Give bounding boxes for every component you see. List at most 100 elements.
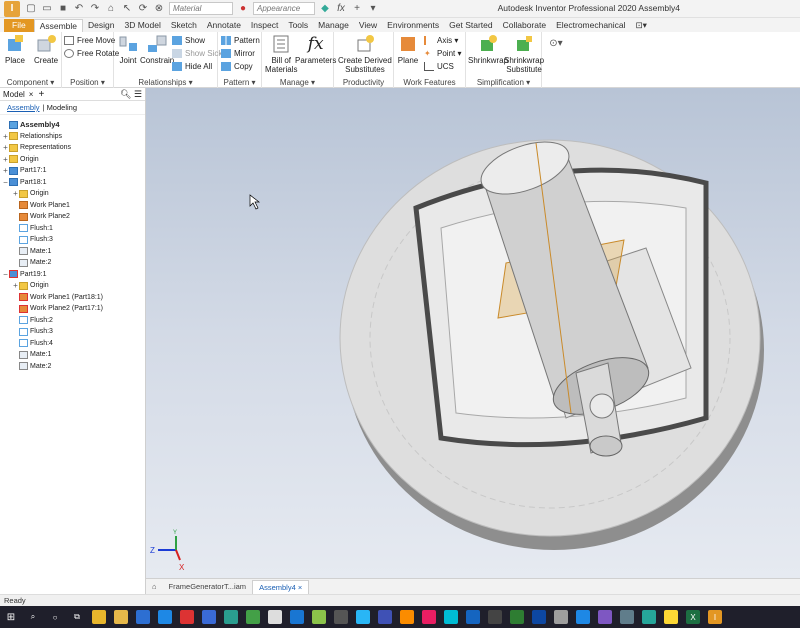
file-explorer-icon[interactable]	[114, 610, 128, 624]
tab-assembly[interactable]: Assembly	[7, 103, 40, 112]
tab-view[interactable]: View	[354, 19, 382, 32]
app-green-icon[interactable]	[246, 610, 260, 624]
save-icon[interactable]: ■	[56, 2, 70, 16]
show-sick-button[interactable]: Show Sick	[172, 48, 222, 59]
joint-button[interactable]: Joint	[117, 34, 139, 65]
customize-icon[interactable]: ▾	[366, 2, 380, 16]
panel-component-label[interactable]: Component ▾	[0, 78, 61, 87]
tab-get-started[interactable]: Get Started	[444, 19, 497, 32]
tab-assemble[interactable]: Assemble	[33, 19, 84, 32]
tree-node[interactable]: − Part19:1	[0, 269, 145, 281]
free-move-button[interactable]: Free Move	[64, 35, 115, 46]
undo-icon[interactable]: ↶	[72, 2, 86, 16]
tab-manage[interactable]: Manage	[313, 19, 354, 32]
app-blue-icon[interactable]	[202, 610, 216, 624]
cortana-icon[interactable]: ○	[48, 610, 62, 624]
tree-expand-icon[interactable]: +	[12, 189, 19, 198]
store-icon[interactable]	[136, 610, 150, 624]
panel-position-label[interactable]: Position ▾	[62, 78, 113, 87]
open-icon[interactable]: ▭	[40, 2, 54, 16]
app-red-icon[interactable]	[180, 610, 194, 624]
app-search-icon[interactable]	[576, 610, 590, 624]
panel-relationships-label[interactable]: Relationships ▾	[114, 78, 217, 87]
copy-button[interactable]: Copy	[221, 61, 253, 72]
tree-node[interactable]: + Part17:1	[0, 165, 145, 177]
tree-node[interactable]: + Representations	[0, 142, 145, 154]
tab-electromechanical[interactable]: Electromechanical	[551, 19, 630, 32]
mail-icon[interactable]	[158, 610, 172, 624]
tree-node[interactable]: + Relationships	[0, 131, 145, 143]
app-purple-icon[interactable]	[598, 610, 612, 624]
tree-node[interactable]: + Origin	[0, 154, 145, 166]
tree-expand-icon[interactable]: +	[2, 155, 9, 164]
tree-expand-icon[interactable]: +	[2, 132, 9, 141]
adjust-icon[interactable]: ◆	[318, 2, 332, 16]
app-white-icon[interactable]	[268, 610, 282, 624]
ucs-button[interactable]: UCS	[424, 61, 454, 72]
constrain-button[interactable]: Constrain	[140, 34, 174, 65]
show-button[interactable]: Show	[172, 35, 205, 46]
app-green2-icon[interactable]	[510, 610, 524, 624]
tree-node[interactable]: Mate:1	[0, 349, 145, 361]
tab-file[interactable]: File	[4, 19, 34, 32]
tree-node[interactable]: Flush:3	[0, 234, 145, 246]
browser-search-menu-icon[interactable]: 🔍︎ ☰	[120, 89, 142, 100]
tree-node[interactable]: Mate:2	[0, 257, 145, 269]
vscode-icon[interactable]	[290, 610, 304, 624]
task-view-icon[interactable]: ⧉	[70, 610, 84, 624]
plane-button[interactable]: Plane	[397, 34, 419, 65]
tree-node[interactable]: Flush:3	[0, 326, 145, 338]
tab-environments[interactable]: Environments	[382, 19, 444, 32]
tab-options-icon[interactable]: ⊡▾	[631, 19, 652, 32]
axis-button[interactable]: Axis ▾	[424, 35, 458, 46]
inventor-taskbar-icon[interactable]: I	[708, 610, 722, 624]
bill-of-materials-button[interactable]: Bill of Materials	[265, 34, 297, 74]
select-icon[interactable]: ↖	[120, 2, 134, 16]
tree-node[interactable]: Flush:2	[0, 315, 145, 327]
tab-sketch[interactable]: Sketch	[166, 19, 202, 32]
tree-node[interactable]: Work Plane1 (Part18:1)	[0, 292, 145, 304]
tree-expand-icon[interactable]: −	[2, 178, 9, 187]
new-icon[interactable]: ▢	[24, 2, 38, 16]
excel-icon[interactable]: X	[686, 610, 700, 624]
tree-node[interactable]: Work Plane2 (Part17:1)	[0, 303, 145, 315]
app-lime-icon[interactable]	[312, 610, 326, 624]
windows-start-icon[interactable]: ⊞	[4, 610, 18, 624]
app-gallery-icon[interactable]	[642, 610, 656, 624]
tree-node[interactable]: Work Plane2	[0, 211, 145, 223]
app-pink-icon[interactable]	[422, 610, 436, 624]
panel-simplification-label[interactable]: Simplification ▾	[466, 78, 541, 87]
appearance-dropdown[interactable]: Appearance	[253, 2, 315, 15]
app-play-icon[interactable]	[356, 610, 370, 624]
tab-tools[interactable]: Tools	[283, 19, 313, 32]
free-rotate-button[interactable]: Free Rotate	[64, 48, 119, 59]
place-button[interactable]: Place	[4, 34, 26, 65]
tab-inspect[interactable]: Inspect	[246, 19, 283, 32]
tree-expand-icon[interactable]: +	[12, 281, 19, 290]
doc-tab-assembly4[interactable]: Assembly4 ×	[252, 579, 310, 594]
tab-annotate[interactable]: Annotate	[202, 19, 246, 32]
doc-tab-framegenerator[interactable]: FrameGeneratorT...iam	[163, 580, 253, 594]
tab-collaborate[interactable]: Collaborate	[498, 19, 551, 32]
chrome-icon[interactable]	[92, 610, 106, 624]
tree-expand-icon[interactable]: +	[2, 166, 9, 175]
update-icon[interactable]: ⟳	[136, 2, 150, 16]
pattern-button[interactable]: Pattern	[221, 35, 260, 46]
app-gray-icon[interactable]	[554, 610, 568, 624]
tree-node[interactable]: Mate:1	[0, 246, 145, 258]
assembly-3d-model[interactable]: Z X Y	[146, 88, 800, 578]
tab-design[interactable]: Design	[83, 19, 119, 32]
parameters-button[interactable]: fx Parameters	[295, 34, 336, 65]
tree-node[interactable]: Mate:2	[0, 361, 145, 373]
ribbon-options-icon[interactable]: ⊙▾	[549, 36, 563, 50]
browser-close-icon[interactable]: ×	[29, 90, 34, 99]
panel-pattern-label[interactable]: Pattern ▾	[218, 78, 261, 87]
shrinkwrap-button[interactable]: Shrinkwrap	[468, 34, 508, 65]
app-dark-icon[interactable]	[488, 610, 502, 624]
shrinkwrap-substitute-button[interactable]: Shrinkwrap Substitute	[504, 34, 544, 74]
app-orange-icon[interactable]	[400, 610, 414, 624]
redo-icon[interactable]: ↷	[88, 2, 102, 16]
tree-node[interactable]: + Origin	[0, 188, 145, 200]
hide-all-button[interactable]: Hide All	[172, 61, 212, 72]
app-monitor-icon[interactable]	[334, 610, 348, 624]
